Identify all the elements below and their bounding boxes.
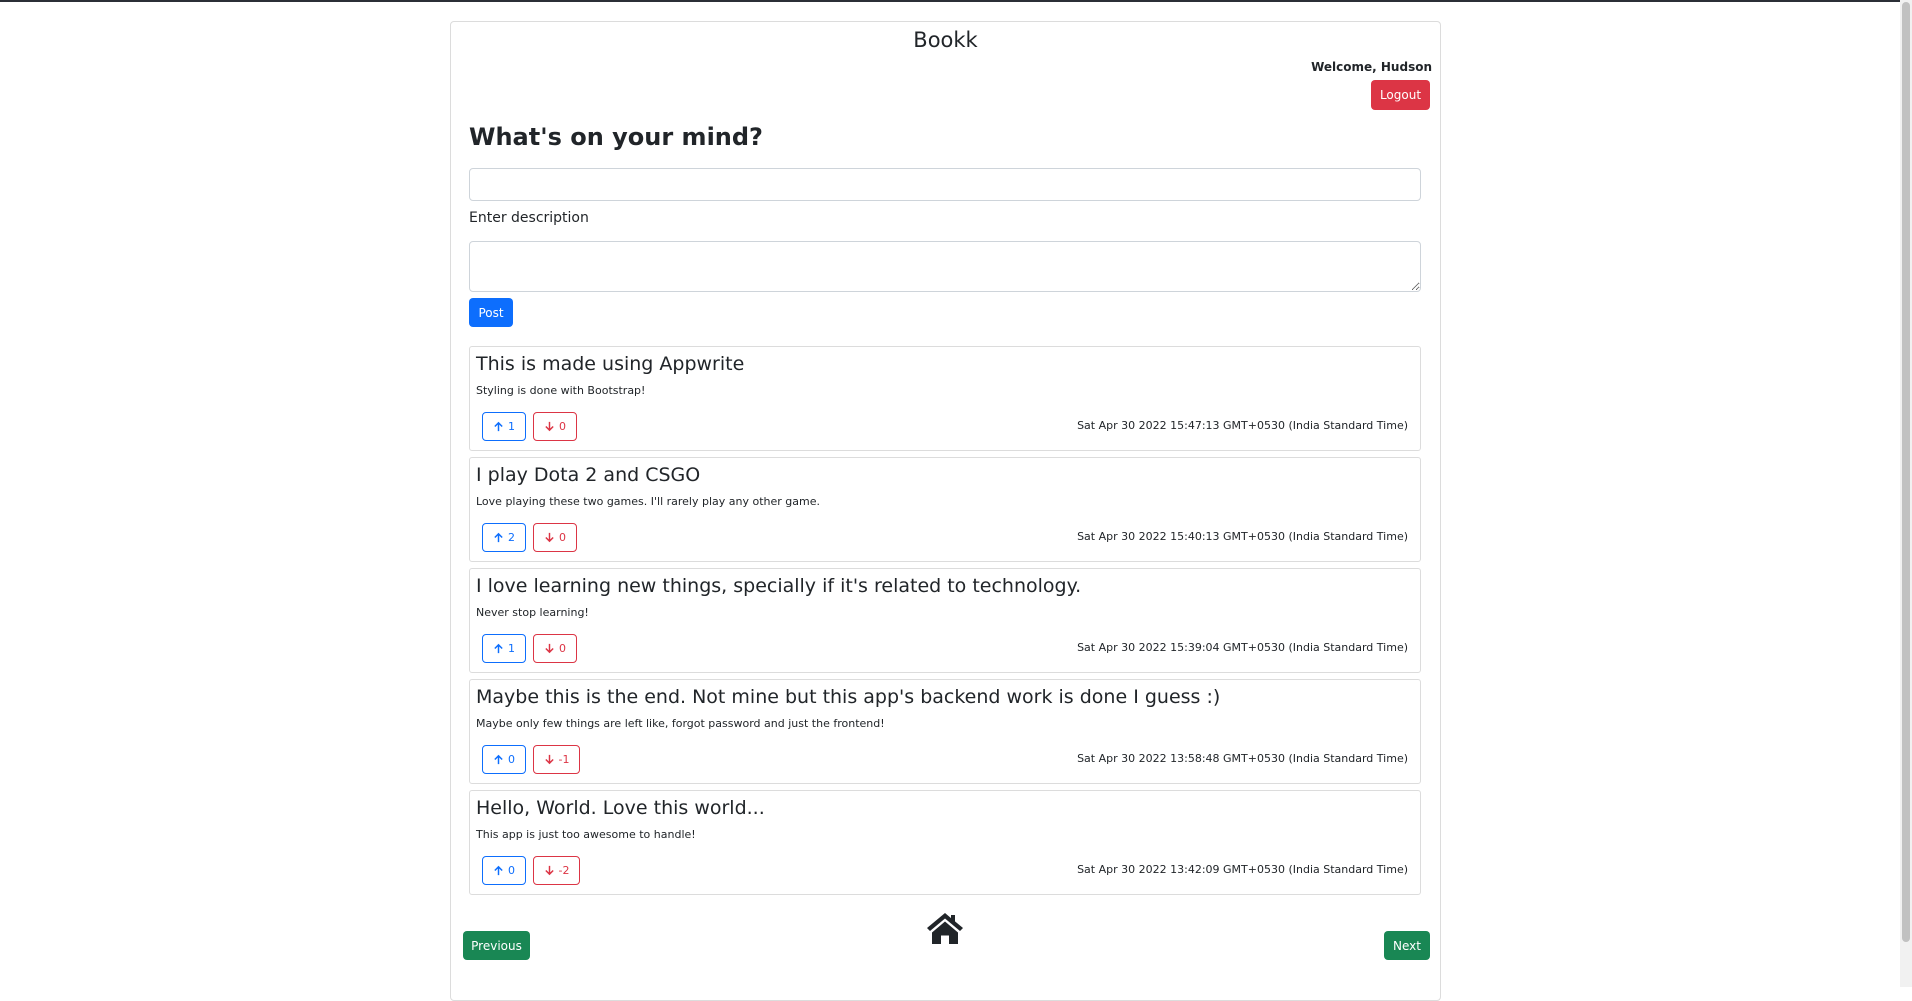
downvote-count: 0 xyxy=(559,420,566,433)
post-card: Maybe this is the end. Not mine but this… xyxy=(469,679,1421,784)
composer-heading: What's on your mind? xyxy=(469,123,763,151)
post-list: This is made using Appwrite Styling is d… xyxy=(469,346,1421,901)
downvote-count: 0 xyxy=(559,531,566,544)
post-timestamp: Sat Apr 30 2022 15:40:13 GMT+0530 (India… xyxy=(1077,530,1408,543)
arrow-down-icon xyxy=(544,865,554,876)
welcome-text: Welcome, Hudson xyxy=(1311,60,1432,74)
post-title: I play Dota 2 and CSGO xyxy=(476,464,701,486)
arrow-down-icon xyxy=(545,421,554,432)
post-title: I love learning new things, specially if… xyxy=(476,575,1082,597)
app-container: Bookk Welcome, Hudson Logout What's on y… xyxy=(450,21,1441,1001)
arrow-down-icon xyxy=(544,754,554,765)
upvote-count: 2 xyxy=(508,531,515,544)
downvote-count: -2 xyxy=(558,864,570,877)
arrow-up-icon xyxy=(494,643,503,654)
upvote-count: 0 xyxy=(508,864,515,877)
post-timestamp: Sat Apr 30 2022 13:42:09 GMT+0530 (India… xyxy=(1077,863,1408,876)
post-button[interactable]: Post xyxy=(469,298,513,327)
post-description: Love playing these two games. I'll rarel… xyxy=(476,495,821,508)
description-label: Enter description xyxy=(469,210,589,226)
downvote-button[interactable]: -1 xyxy=(533,745,580,774)
post-title: Maybe this is the end. Not mine but this… xyxy=(476,686,1221,708)
arrow-up-icon xyxy=(494,532,503,543)
arrow-up-icon xyxy=(494,865,503,876)
arrow-down-icon xyxy=(545,532,554,543)
upvote-button[interactable]: 2 xyxy=(482,523,526,552)
upvote-button[interactable]: 1 xyxy=(482,412,526,441)
arrow-down-icon xyxy=(545,643,554,654)
app-title: Bookk xyxy=(913,28,978,52)
post-card: I play Dota 2 and CSGO Love playing thes… xyxy=(469,457,1421,562)
post-description: Maybe only few things are left like, for… xyxy=(476,717,885,730)
page-scrollbar[interactable] xyxy=(1900,0,1912,987)
downvote-count: -1 xyxy=(558,753,570,766)
post-description: This app is just too awesome to handle! xyxy=(476,828,696,841)
next-button[interactable]: Next xyxy=(1384,931,1430,960)
downvote-button[interactable]: 0 xyxy=(533,634,577,663)
description-textarea[interactable] xyxy=(469,241,1421,292)
logout-button[interactable]: Logout xyxy=(1371,80,1430,110)
downvote-count: 0 xyxy=(559,642,566,655)
previous-button[interactable]: Previous xyxy=(463,931,530,960)
downvote-button[interactable]: 0 xyxy=(533,412,577,441)
arrow-up-icon xyxy=(494,754,503,765)
upvote-count: 1 xyxy=(508,642,515,655)
post-title: This is made using Appwrite xyxy=(476,353,745,375)
post-timestamp: Sat Apr 30 2022 15:39:04 GMT+0530 (India… xyxy=(1077,641,1408,654)
post-title: Hello, World. Love this world... xyxy=(476,797,765,819)
upvote-count: 1 xyxy=(508,420,515,433)
home-icon[interactable] xyxy=(926,912,964,945)
post-description: Styling is done with Bootstrap! xyxy=(476,384,646,397)
downvote-button[interactable]: -2 xyxy=(533,856,580,885)
post-card: Hello, World. Love this world... This ap… xyxy=(469,790,1421,895)
upvote-count: 0 xyxy=(508,753,515,766)
post-description: Never stop learning! xyxy=(476,606,589,619)
post-timestamp: Sat Apr 30 2022 13:58:48 GMT+0530 (India… xyxy=(1077,752,1408,765)
upvote-button[interactable]: 1 xyxy=(482,634,526,663)
arrow-up-icon xyxy=(494,421,503,432)
scrollbar-thumb[interactable] xyxy=(1902,2,1910,942)
post-title-input[interactable] xyxy=(469,168,1421,201)
post-timestamp: Sat Apr 30 2022 15:47:13 GMT+0530 (India… xyxy=(1077,419,1408,432)
browser-top-border xyxy=(0,0,1912,2)
post-card: I love learning new things, specially if… xyxy=(469,568,1421,673)
upvote-button[interactable]: 0 xyxy=(482,745,526,774)
post-card: This is made using Appwrite Styling is d… xyxy=(469,346,1421,451)
downvote-button[interactable]: 0 xyxy=(533,523,577,552)
upvote-button[interactable]: 0 xyxy=(482,856,526,885)
